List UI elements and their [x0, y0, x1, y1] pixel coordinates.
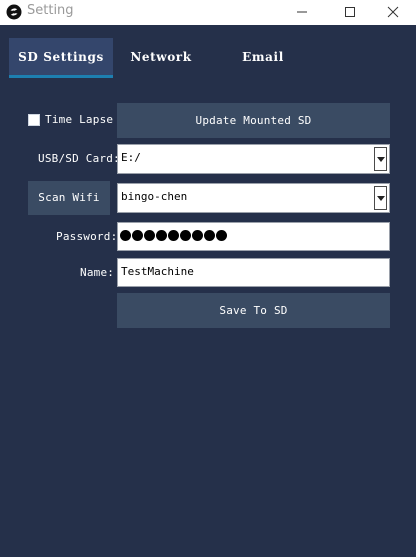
- usb-sd-card-dropdown[interactable]: [374, 147, 387, 171]
- password-dot: [132, 230, 143, 241]
- name-label: Name:: [80, 266, 115, 279]
- minimize-icon: [297, 11, 307, 13]
- chevron-down-icon: [377, 157, 385, 162]
- password-input[interactable]: [117, 222, 390, 251]
- password-dot: [144, 230, 155, 241]
- maximize-icon: [345, 7, 355, 17]
- password-dot: [168, 230, 179, 241]
- wifi-value: bingo-chen: [121, 190, 188, 203]
- password-mask: [120, 230, 228, 244]
- usb-sd-card-label: USB/SD Card:: [38, 152, 120, 165]
- time-lapse-label: Time Lapse: [45, 113, 114, 126]
- password-dot: [204, 230, 215, 241]
- tab-sd-settings[interactable]: SD Settings: [9, 38, 113, 78]
- close-icon: [387, 6, 399, 18]
- scan-wifi-button[interactable]: Scan Wifi: [28, 181, 110, 215]
- usb-sd-card-select[interactable]: E:/: [117, 144, 390, 174]
- name-value: TestMachine: [121, 265, 194, 278]
- password-dot: [156, 230, 167, 241]
- save-to-sd-button[interactable]: Save To SD: [117, 293, 390, 328]
- minimize-button[interactable]: [279, 0, 325, 25]
- name-input[interactable]: TestMachine: [117, 258, 390, 287]
- chevron-down-icon: [377, 196, 385, 201]
- password-dot: [192, 230, 203, 241]
- app-logo-icon: [6, 4, 22, 20]
- time-lapse-checkbox[interactable]: [28, 114, 40, 126]
- password-label: Password:: [56, 230, 118, 243]
- tab-email[interactable]: Email: [220, 38, 306, 76]
- window-title: Setting: [27, 3, 74, 18]
- password-dot: [216, 230, 227, 241]
- title-bar: Setting: [0, 0, 416, 25]
- tab-network[interactable]: Network: [120, 38, 202, 76]
- maximize-button[interactable]: [327, 0, 373, 25]
- tab-bar: SD Settings Network Email: [0, 25, 416, 80]
- password-dot: [120, 230, 131, 241]
- update-mounted-sd-button[interactable]: Update Mounted SD: [117, 103, 390, 138]
- wifi-dropdown[interactable]: [374, 186, 387, 210]
- wifi-select[interactable]: bingo-chen: [117, 183, 390, 213]
- usb-sd-card-value: E:/: [121, 151, 141, 164]
- password-dot: [180, 230, 191, 241]
- close-button[interactable]: [370, 0, 416, 25]
